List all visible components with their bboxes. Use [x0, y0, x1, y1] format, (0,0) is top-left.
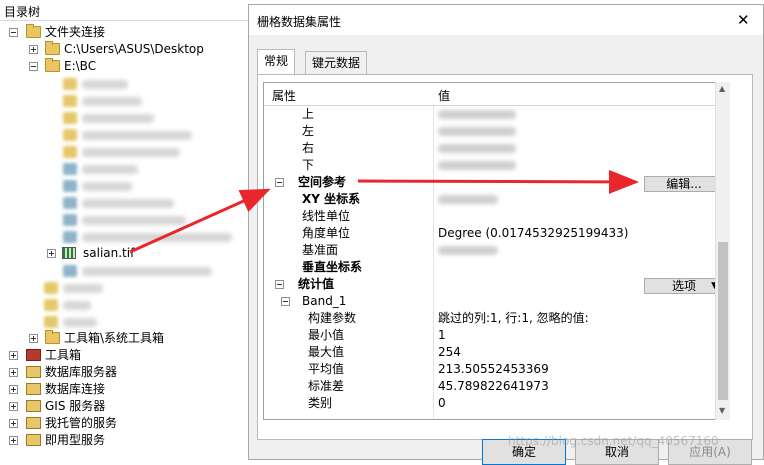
arrow-to-edit-button — [357, 169, 639, 194]
arrow-salian-to-spatial-ref — [129, 188, 271, 254]
annotation-arrows — [129, 169, 639, 254]
